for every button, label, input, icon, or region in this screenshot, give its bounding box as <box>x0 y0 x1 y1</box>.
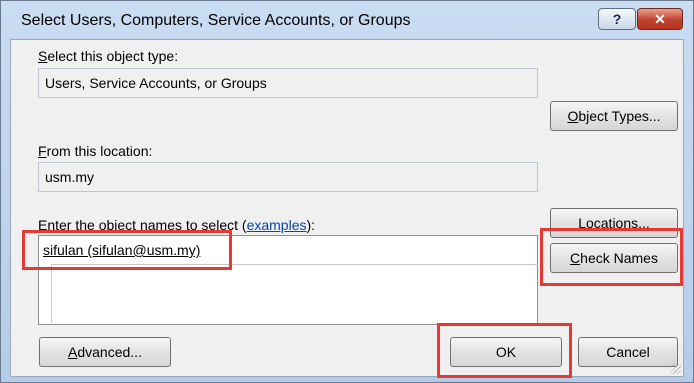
resolved-name-entry[interactable]: sifulan (sifulan@usm.my) <box>43 242 200 258</box>
examples-link[interactable]: examples <box>247 217 307 233</box>
object-types-button[interactable]: Object Types... <box>550 101 678 131</box>
location-field: usm.my <box>38 162 538 192</box>
close-icon: ✕ <box>654 10 666 27</box>
title-bar[interactable]: Select Users, Computers, Service Account… <box>1 1 693 39</box>
resize-grip[interactable] <box>671 364 681 374</box>
object-type-label: Select this object type: <box>38 48 179 64</box>
window-title: Select Users, Computers, Service Account… <box>21 12 411 29</box>
cancel-button[interactable]: Cancel <box>578 337 678 367</box>
object-type-field: Users, Service Accounts, or Groups <box>38 68 538 98</box>
object-names-label: Enter the object names to select (exampl… <box>38 217 316 233</box>
object-names-input[interactable]: sifulan (sifulan@usm.my) <box>38 235 538 325</box>
help-button[interactable]: ? <box>598 8 636 30</box>
locations-button[interactable]: Locations... <box>550 208 678 238</box>
help-icon: ? <box>612 11 622 27</box>
advanced-button[interactable]: Advanced... <box>39 337 171 367</box>
dialog-client-area: Select this object type: Users, Service … <box>10 39 684 377</box>
location-label: From this location: <box>38 143 153 159</box>
check-names-button[interactable]: Check Names <box>550 243 678 273</box>
object-names-input-inner <box>51 264 538 323</box>
dialog-window: Select Users, Computers, Service Account… <box>0 0 694 383</box>
close-button[interactable]: ✕ <box>637 8 683 30</box>
ok-button[interactable]: OK <box>450 337 562 367</box>
